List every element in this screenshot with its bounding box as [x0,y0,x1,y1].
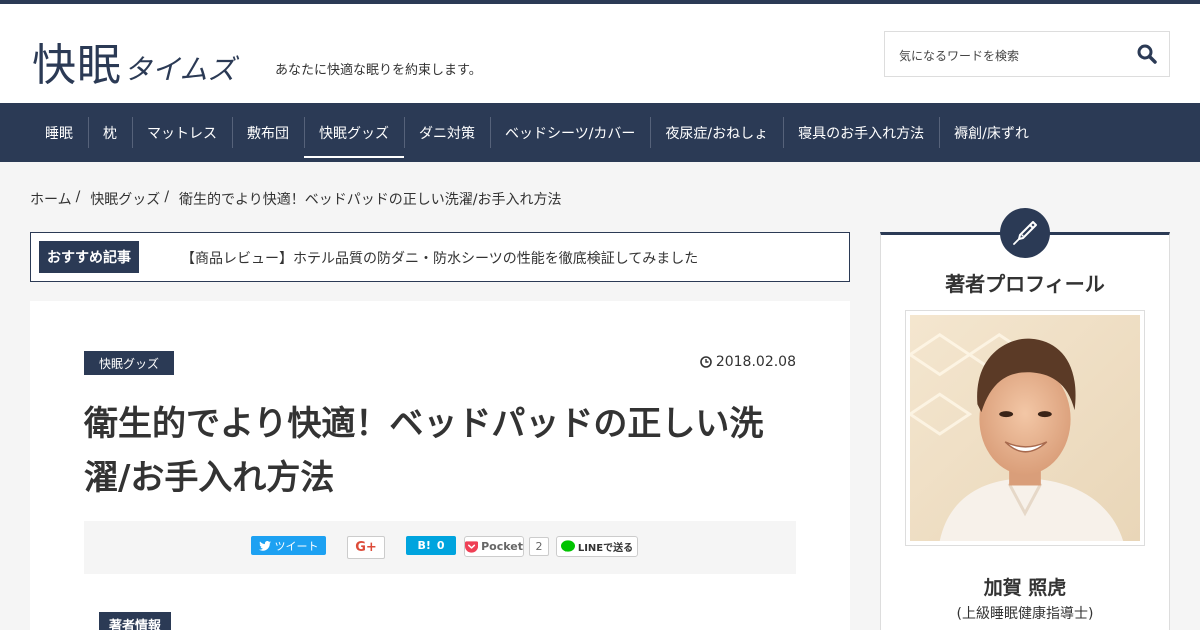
hatena-bookmark-button[interactable]: B! 0 [406,536,456,555]
article-title: 衛生的でより快適！ベッドパッドの正しい洗濯/お手入れ方法 [84,404,764,498]
author-photo [905,310,1145,546]
breadcrumb: ホーム / 快眠グッズ / 衛生的でより快適！ベッドパッドの正しい洗濯/お手入れ… [30,189,561,209]
pen-icon [1013,221,1037,245]
author-name: 加賀 照虎 [983,577,1067,599]
search-input[interactable]: 気になるワードを検索 [899,47,1019,64]
pocket-icon [465,540,479,553]
nav-item-mattress[interactable]: マットレス [132,103,232,162]
nav-item-bedwetting[interactable]: 夜尿症/おねしょ [650,103,783,162]
author-portrait-image [910,315,1140,541]
site-tagline: あなたに快適な眠りを約束します。 [275,63,482,78]
line-label: LINEで送る [577,543,634,554]
logo-sub-text: タイムズ [124,53,236,86]
recommended-label: おすすめ記事 [39,241,139,273]
nav-list: 睡眠 枕 マットレス 敷布団 快眠グッズ ダニ対策 ベッドシーツ/カバー 夜尿症… [30,103,1044,162]
pen-icon-badge [1000,208,1050,258]
main-nav: 睡眠 枕 マットレス 敷布団 快眠グッズ ダニ対策 ベッドシーツ/カバー 夜尿症… [0,103,1200,162]
nav-item-bedsores[interactable]: 褥創/床ずれ [939,103,1044,162]
recommended-article-bar: おすすめ記事 【商品レビュー】ホテル品質の防ダニ・防水シーツの性能を徹底検証して… [30,232,850,282]
author-profile-heading: 著者プロフィール [945,272,1105,296]
site-logo[interactable]: 快眠 タイムズ [32,32,235,88]
breadcrumb-current: 衛生的でより快適！ベッドパッドの正しい洗濯/お手入れ方法 [179,192,562,208]
pocket-count: 2 [529,537,549,556]
line-icon [560,540,575,552]
pocket-button[interactable]: Pocket [464,536,524,557]
site-header: 快眠 タイムズ あなたに快適な眠りを約束します。 気になるワードを検索 [0,4,1200,103]
recommended-article-link[interactable]: 【商品レビュー】ホテル品質の防ダニ・防水シーツの性能を徹底検証してみました [181,248,698,268]
share-buttons: ツイート G+ B! 0 Pocket 2 LINEで送る [84,521,796,574]
category-badge[interactable]: 快眠グッズ [84,351,175,375]
search-box[interactable]: 気になるワードを検索 [884,31,1170,77]
tweet-label: ツイート [274,539,319,553]
nav-item-mite-control[interactable]: ダニ対策 [404,103,490,162]
nav-item-bedding-care[interactable]: 寝具のお手入れ方法 [783,103,939,162]
author-info-tag: 著者情報 [99,612,172,630]
logo-main-text: 快眠 [32,40,122,91]
nav-item-bed-sheets[interactable]: ベッドシーツ/カバー [490,103,650,162]
hatena-icon: B! [417,539,431,552]
pocket-label: Pocket [481,540,523,553]
search-icon[interactable] [1137,44,1157,64]
nav-item-sleep-goods[interactable]: 快眠グッズ [304,103,404,162]
clock-icon [700,356,712,368]
nav-item-futon[interactable]: 敷布団 [232,103,304,162]
twitter-icon [258,540,271,551]
line-share-button[interactable]: LINEで送る [556,536,638,557]
breadcrumb-category[interactable]: 快眠グッズ [90,189,160,209]
breadcrumb-separator: / [164,189,170,205]
post-date: 2018.02.08 [700,354,796,370]
breadcrumb-home[interactable]: ホーム [30,189,72,209]
nav-item-pillow[interactable]: 枕 [88,103,132,162]
breadcrumb-separator: / [75,189,81,205]
author-qualification: (上級睡眠健康指導士) [956,606,1094,622]
tweet-button[interactable]: ツイート [251,536,326,555]
post-date-text: 2018.02.08 [715,354,796,370]
hatena-count: 0 [436,539,445,552]
article-card: 快眠グッズ 2018.02.08 衛生的でより快適！ベッドパッドの正しい洗濯/お… [30,301,850,630]
nav-item-sleep[interactable]: 睡眠 [30,103,88,162]
google-plus-button[interactable]: G+ [347,536,385,559]
